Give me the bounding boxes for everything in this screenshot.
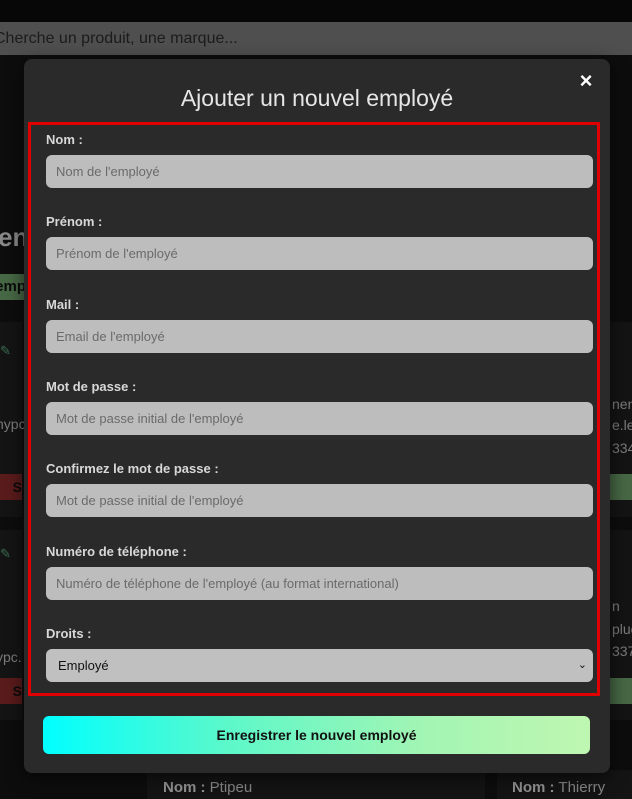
phone-label: Numéro de téléphone : bbox=[46, 544, 187, 559]
mail-input[interactable]: Email de l'employé bbox=[46, 320, 593, 353]
phone-input[interactable]: Numéro de téléphone de l'employé (au for… bbox=[46, 567, 593, 600]
mail-label: Mail : bbox=[46, 297, 80, 312]
rights-selected-value: Employé bbox=[58, 658, 109, 673]
prenom-input[interactable]: Prénom de l'employé bbox=[46, 237, 593, 270]
rights-label: Droits : bbox=[46, 626, 92, 641]
nom-input[interactable]: Nom de l'employé bbox=[46, 155, 593, 188]
add-employee-modal: × Ajouter un nouvel employé Nom : Nom de… bbox=[24, 59, 610, 773]
confirm-password-input[interactable]: Mot de passe initial de l'employé bbox=[46, 484, 593, 517]
modal-title: Ajouter un nouvel employé bbox=[180, 85, 454, 111]
password-input[interactable]: Mot de passe initial de l'employé bbox=[46, 402, 593, 435]
rights-select[interactable]: Employé ⌄ bbox=[46, 649, 593, 682]
password-label: Mot de passe : bbox=[46, 379, 137, 394]
chevron-down-icon: ⌄ bbox=[577, 659, 587, 671]
prenom-label: Prénom : bbox=[46, 214, 103, 229]
save-employee-button[interactable]: Enregistrer le nouvel employé bbox=[43, 716, 590, 754]
employee-form: Nom : Nom de l'employé Prénom : Prénom d… bbox=[28, 122, 600, 696]
nom-label: Nom : bbox=[46, 132, 83, 147]
confirm-password-label: Confirmez le mot de passe : bbox=[46, 461, 219, 476]
